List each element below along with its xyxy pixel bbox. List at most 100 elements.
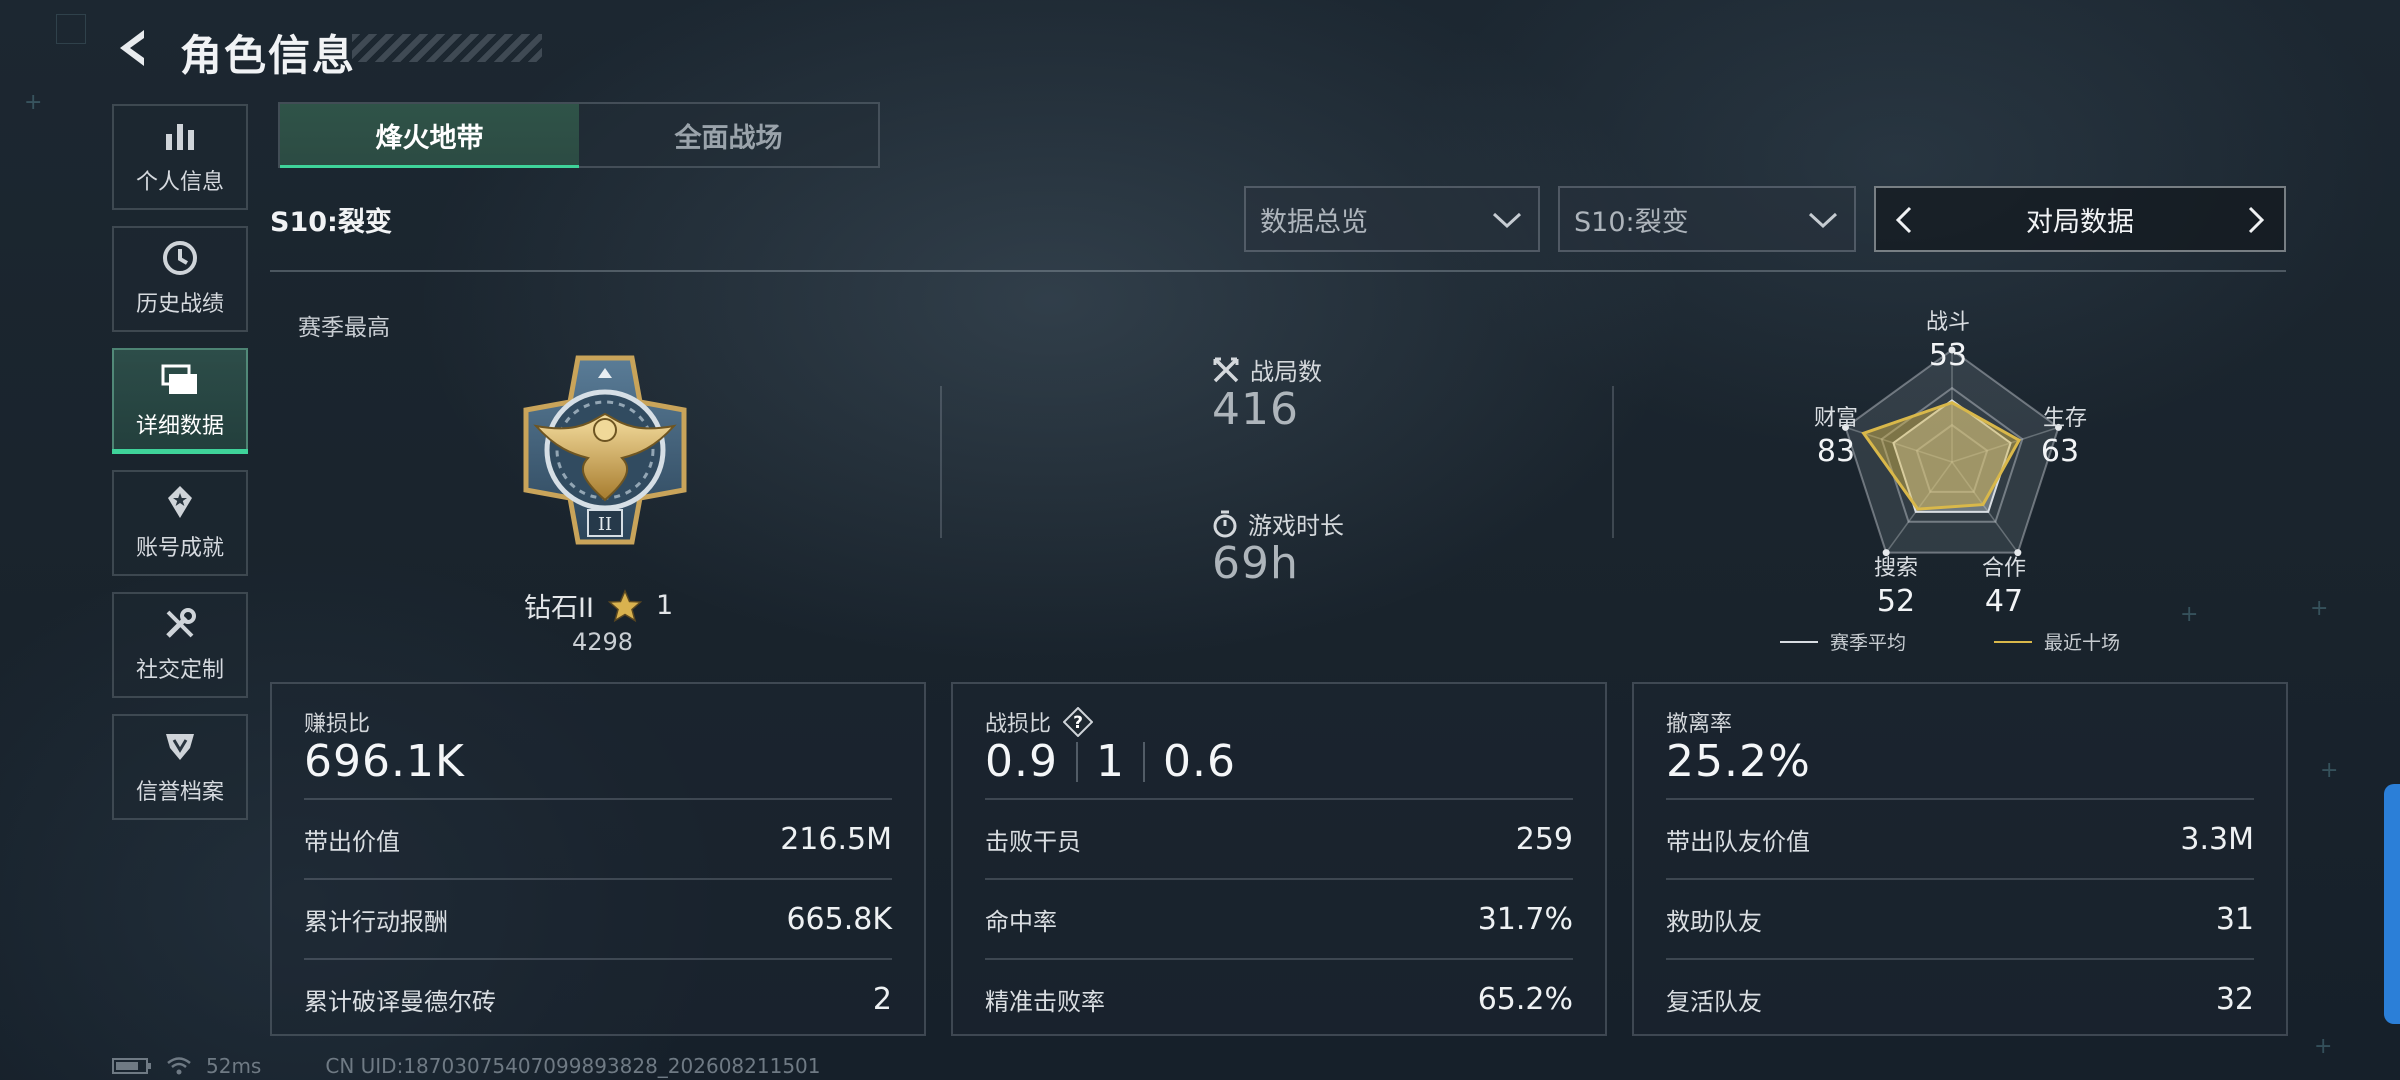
radar-value-combat: 53 [1928, 338, 1968, 373]
chevron-down-icon [1808, 212, 1838, 229]
tab-fenghuo[interactable]: 烽火地带 [280, 104, 579, 168]
stat-value: 2 [872, 981, 892, 1017]
season-dropdown-value: S10:裂变 [1574, 206, 1689, 238]
matches-value: 416 [1212, 384, 1299, 435]
legend-label-average: 赛季平均 [1830, 632, 1907, 654]
rank-score: 4298 [572, 628, 634, 656]
card-value: 696.1K [304, 736, 465, 787]
sidebar-item-label: 历史战绩 [135, 292, 224, 317]
sidebar-item-personal-info[interactable]: 个人信息 [112, 104, 248, 210]
rank-row: 钻石II 1 [524, 586, 673, 625]
rank-name: 钻石II [524, 593, 594, 624]
card-title-row: 战损比 ? [985, 706, 1094, 738]
stat-value: 32 [2215, 981, 2254, 1017]
overview-dropdown-value: 数据总览 [1260, 206, 1368, 238]
sidebar-item-history[interactable]: 历史战绩 [112, 226, 248, 332]
battery-icon [112, 1058, 151, 1074]
stat-row: 累计破译曼德尔砖 2 [304, 958, 892, 1038]
stat-label: 精准击败率 [985, 987, 1105, 1016]
value-separator [1075, 741, 1078, 782]
overview-dropdown[interactable]: 数据总览 [1244, 186, 1540, 252]
sidebar-item-social[interactable]: 社交定制 [112, 592, 248, 698]
wrench-icon [160, 606, 200, 642]
sidebar-item-label: 社交定制 [135, 658, 224, 683]
card-value: 25.2% [1666, 736, 1811, 787]
ping-value: 52ms [206, 1054, 262, 1078]
stat-value: 216.5M [780, 821, 892, 857]
stat-value: 65.2% [1477, 981, 1573, 1017]
title-decoration [352, 34, 542, 62]
matches-label-text: 战局数 [1250, 358, 1322, 386]
radar-value-wealth: 83 [1816, 434, 1856, 469]
legend-season-average: 赛季平均 [1780, 628, 1906, 655]
stat-value: 31.7% [1477, 901, 1573, 937]
stat-value: 259 [1515, 821, 1573, 857]
chevron-right-icon[interactable] [2242, 205, 2270, 235]
sidebar-item-reputation[interactable]: 信誉档案 [112, 714, 248, 820]
legend-line-recent [1994, 640, 2032, 643]
kd-value-1: 0.9 [985, 736, 1058, 787]
star-icon [607, 588, 642, 622]
playtime-value: 69h [1212, 538, 1299, 589]
profit-card: 赚损比 696.1K 带出价值 216.5M 累计行动报酬 665.8K 累计破… [270, 682, 926, 1036]
playtime-label: 游戏时长 [1212, 506, 1344, 541]
stat-label: 救助队友 [1666, 907, 1762, 936]
sidebar-item-achievements[interactable]: 账号成就 [112, 470, 248, 576]
legend-recent-ten: 最近十场 [1994, 628, 2120, 655]
plus-decoration: + [2320, 758, 2339, 783]
rank-stars: 1 [655, 590, 674, 621]
bar-chart-icon [160, 118, 200, 154]
stat-row: 命中率 31.7% [985, 878, 1573, 958]
back-arrow-icon[interactable] [112, 26, 156, 70]
stat-row: 精准击败率 65.2% [985, 958, 1573, 1038]
side-drawer-handle[interactable] [2384, 784, 2400, 1024]
divider [270, 270, 2286, 272]
plus-decoration: + [24, 90, 43, 115]
user-uid: CN UID:18703075407099893828_202608211501 [325, 1054, 821, 1078]
help-icon[interactable]: ? [1063, 707, 1094, 737]
stat-label: 累计行动报酬 [304, 907, 448, 936]
radar-label-combat: 战斗 [1925, 310, 1970, 335]
achievement-icon [160, 484, 200, 520]
folder-icon [160, 362, 200, 398]
stat-label: 带出价值 [304, 827, 400, 856]
plus-decoration: + [2180, 602, 2199, 627]
radar-value-survival: 63 [2040, 434, 2080, 469]
stat-label: 击败干员 [985, 827, 1081, 856]
stat-row: 击败干员 259 [985, 798, 1573, 878]
kd-card: 战损比 ? 0.9 1 0.6 击败干员 259 命中率 31.7% 精准击败率… [951, 682, 1607, 1036]
chevron-down-icon [1492, 212, 1522, 229]
plus-decoration: + [2310, 596, 2329, 621]
kd-values: 0.9 1 0.6 [985, 736, 1236, 787]
card-title: 撤离率 [1666, 712, 1733, 737]
radar-label-survival: 生存 [2042, 406, 2087, 431]
sidebar-item-detailed-data[interactable]: 详细数据 [112, 348, 248, 454]
value-separator [1142, 741, 1145, 782]
stat-row: 带出价值 216.5M [304, 798, 892, 878]
crossed-swords-icon [1213, 357, 1239, 382]
matches-label: 战局数 [1212, 352, 1322, 387]
legend-line-average [1780, 640, 1818, 643]
extract-card: 撤离率 25.2% 带出队友价值 3.3M 救助队友 31 复活队友 32 [1632, 682, 2288, 1036]
kd-value-2: 1 [1095, 736, 1125, 787]
tab-quanmian[interactable]: 全面战场 [579, 104, 878, 166]
legend-label-recent: 最近十场 [2044, 632, 2121, 654]
sidebar-item-label: 详细数据 [135, 414, 224, 439]
mode-tabs: 烽火地带 全面战场 [278, 102, 880, 168]
rank-badge-icon: II [523, 355, 687, 545]
corner-decoration [56, 14, 86, 44]
radar-label-search: 搜索 [1873, 556, 1918, 581]
shield-icon [160, 728, 200, 764]
stat-label: 复活队友 [1666, 987, 1762, 1016]
card-title: 赚损比 [304, 712, 371, 737]
chevron-left-icon[interactable] [1890, 205, 1918, 235]
season-dropdown[interactable]: S10:裂变 [1558, 186, 1856, 252]
switcher-label: 对局数据 [2026, 206, 2134, 238]
stat-label: 带出队友价值 [1666, 827, 1810, 856]
stat-row: 救助队友 31 [1666, 878, 2254, 958]
playtime-label-text: 游戏时长 [1248, 512, 1344, 540]
card-title: 战损比 [985, 712, 1052, 737]
svg-text:?: ? [1073, 713, 1083, 733]
season-title: S10:裂变 [270, 207, 392, 238]
sidebar-item-label: 账号成就 [135, 536, 224, 561]
